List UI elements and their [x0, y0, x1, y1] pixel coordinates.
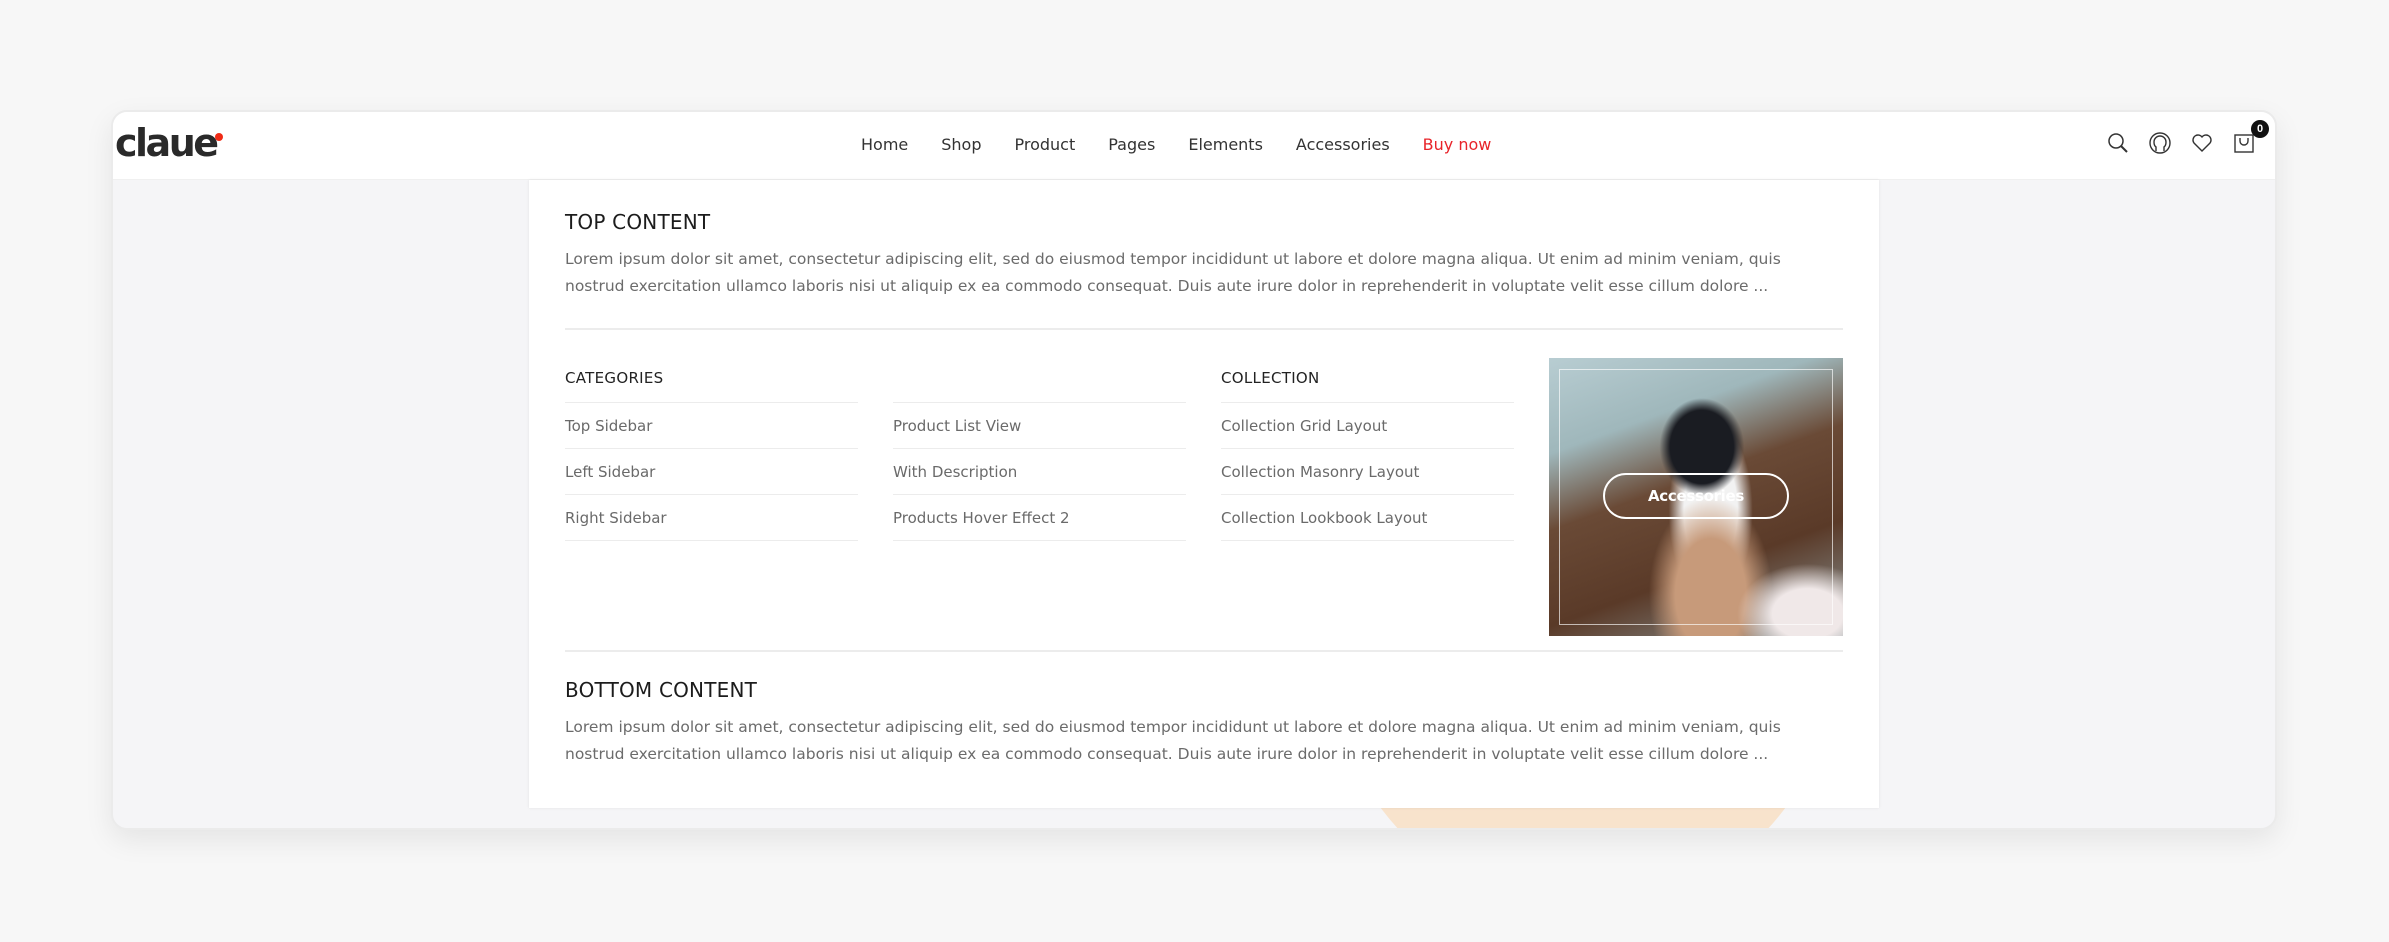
top-content-text: Lorem ipsum dolor sit amet, consectetur … [565, 250, 1781, 295]
site-header: claue Home Shop Product Pages Elements A… [113, 112, 2275, 180]
logo-dot [215, 133, 223, 141]
nav-item-pages[interactable]: Pages [1108, 134, 1155, 156]
menu-columns: CATEGORIES Top Sidebar Left Sidebar Righ… [565, 358, 1843, 638]
divider [565, 650, 1843, 652]
nav-item-accessories[interactable]: Accessories [1296, 134, 1390, 156]
menu-link-with-description[interactable]: With Description [893, 449, 1186, 495]
shopping-bag-icon[interactable]: 0 [2231, 120, 2269, 157]
categories-column: CATEGORIES Top Sidebar Left Sidebar Righ… [565, 368, 858, 541]
cart-count-badge: 0 [2251, 120, 2269, 138]
menu-link-products-hover-effect-2[interactable]: Products Hover Effect 2 [893, 495, 1186, 541]
divider [565, 328, 1843, 330]
logo[interactable]: claue [115, 121, 219, 165]
categories-list-2: Product List View With Description Produ… [893, 402, 1186, 541]
nav-item-product[interactable]: Product [1015, 134, 1076, 156]
top-content-title: TOP CONTENT [565, 210, 711, 234]
main-nav: Home Shop Product Pages Elements Accesso… [861, 134, 1524, 156]
mega-menu-dropdown: TOP CONTENT Lorem ipsum dolor sit amet, … [529, 180, 1879, 808]
accessories-button[interactable]: Accessories [1603, 473, 1789, 519]
search-icon[interactable] [2105, 129, 2131, 157]
nav-item-elements[interactable]: Elements [1188, 134, 1263, 156]
collection-column: COLLECTION Collection Grid Layout Collec… [1221, 368, 1514, 541]
browser-window: claue Home Shop Product Pages Elements A… [111, 110, 2277, 830]
menu-link-collection-masonry[interactable]: Collection Masonry Layout [1221, 449, 1514, 495]
logo-text: claue [115, 121, 219, 165]
bottom-content-text: Lorem ipsum dolor sit amet, consectetur … [565, 718, 1781, 763]
nav-item-buy-now[interactable]: Buy now [1423, 134, 1492, 156]
nav-item-shop[interactable]: Shop [941, 134, 981, 156]
menu-link-product-list-view[interactable]: Product List View [893, 403, 1186, 449]
collection-heading: COLLECTION [1221, 369, 1320, 387]
categories-list-1: Top Sidebar Left Sidebar Right Sidebar [565, 402, 858, 541]
categories-heading: CATEGORIES [565, 369, 664, 387]
promo-banner-image[interactable]: Accessories [1549, 358, 1843, 636]
menu-link-right-sidebar[interactable]: Right Sidebar [565, 495, 858, 541]
menu-link-collection-grid[interactable]: Collection Grid Layout [1221, 403, 1514, 449]
bottom-content-section: BOTTOM CONTENT Lorem ipsum dolor sit ame… [565, 678, 1843, 768]
menu-link-top-sidebar[interactable]: Top Sidebar [565, 403, 858, 449]
top-content-section: TOP CONTENT Lorem ipsum dolor sit amet, … [565, 210, 1843, 300]
menu-link-collection-lookbook[interactable]: Collection Lookbook Layout [1221, 495, 1514, 541]
heart-icon[interactable] [2189, 129, 2215, 157]
user-icon[interactable] [2147, 129, 2173, 157]
bottom-content-title: BOTTOM CONTENT [565, 678, 758, 702]
menu-link-left-sidebar[interactable]: Left Sidebar [565, 449, 858, 495]
header-icons: 0 [2105, 120, 2269, 157]
categories-column-2: Product List View With Description Produ… [893, 402, 1186, 541]
collection-list: Collection Grid Layout Collection Masonr… [1221, 402, 1514, 541]
nav-item-home[interactable]: Home [861, 134, 908, 156]
